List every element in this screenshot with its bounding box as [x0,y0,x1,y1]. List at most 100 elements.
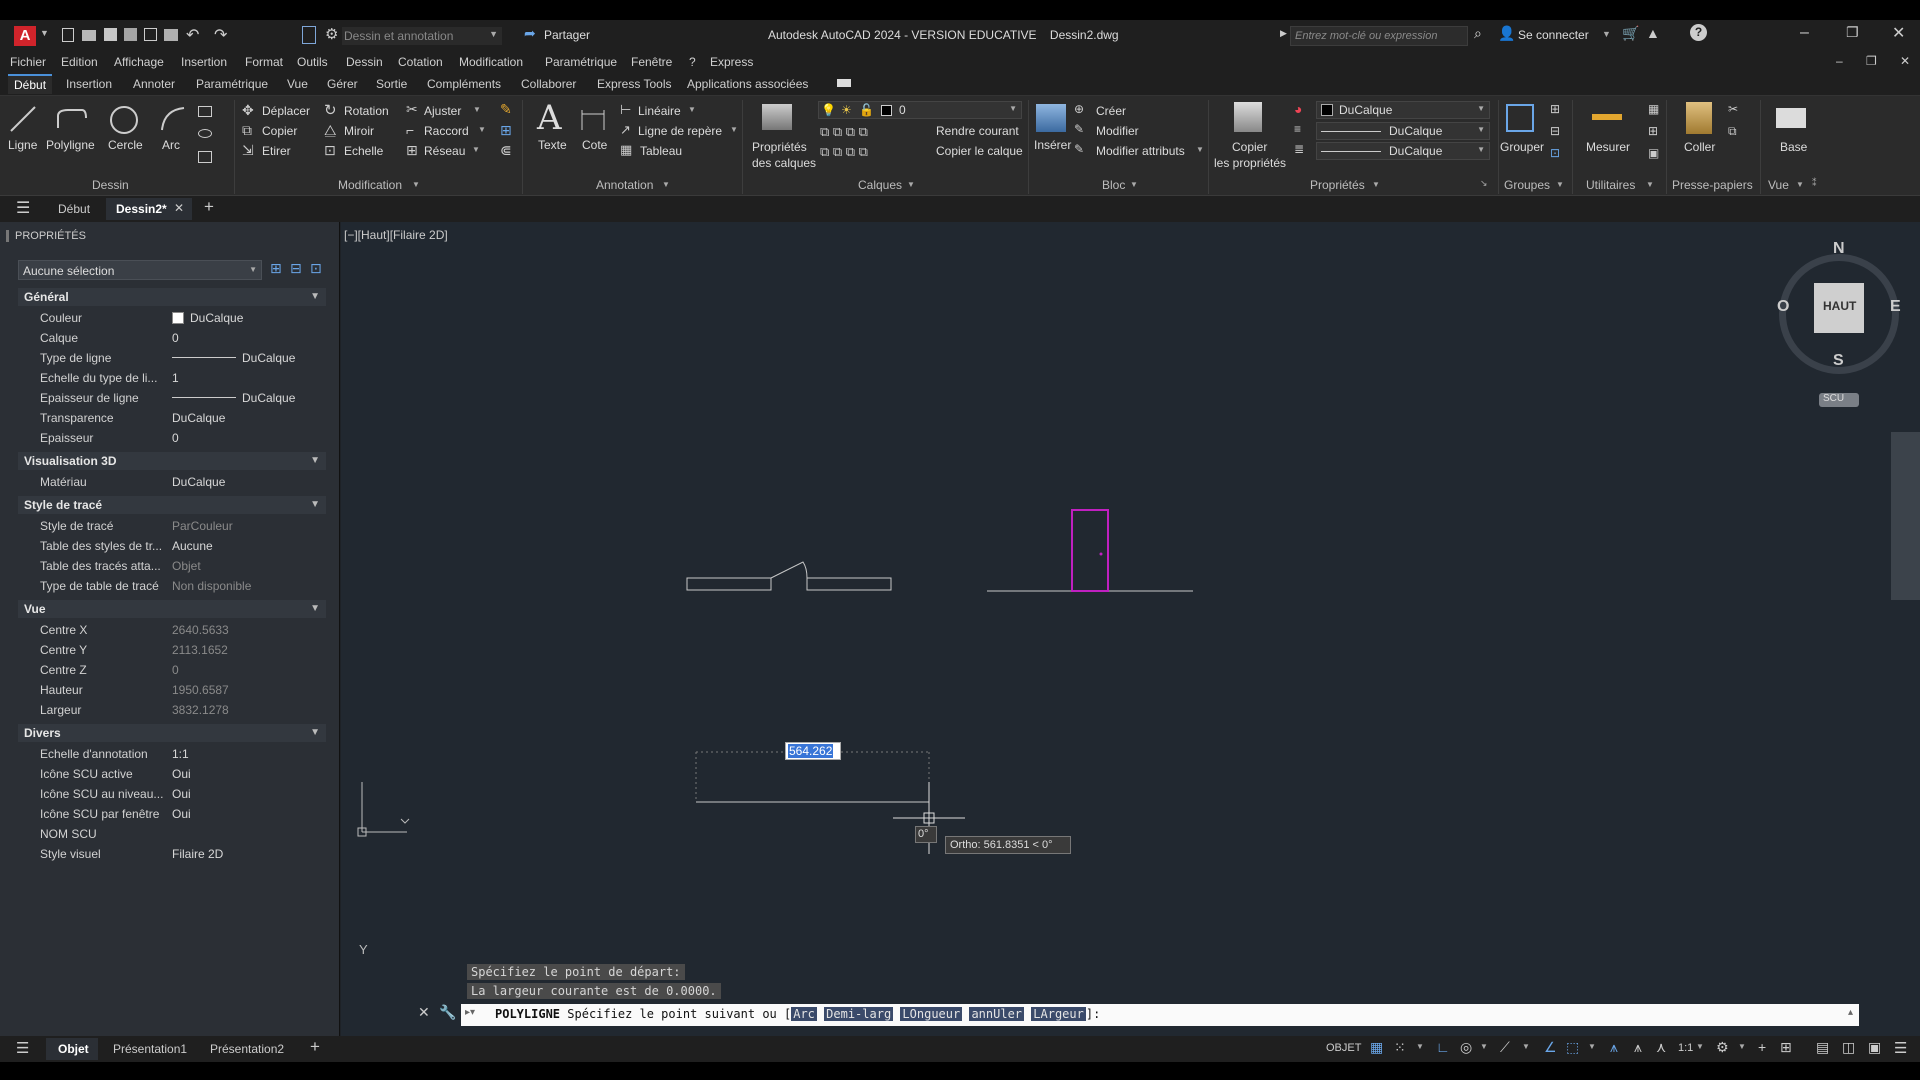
option-arc[interactable]: Arc [791,1007,817,1021]
tab-complements[interactable]: Compléments [427,77,501,91]
prop-row[interactable]: Epaisseur de ligne DuCalque [18,388,326,408]
save-icon[interactable] [104,28,117,41]
ribbon-texte[interactable]: Texte [538,138,567,152]
ribbon-proprietes-calques-2[interactable]: des calques [752,156,816,170]
tab-presentation1[interactable]: Présentation1 [113,1042,187,1056]
ribbon-base[interactable]: Base [1780,140,1807,154]
customize-icon[interactable]: 🔧 [439,1004,456,1021]
section-style[interactable]: Style de tracé ▼ [18,496,326,514]
prop-row[interactable]: Epaisseur 0 [18,428,326,448]
group-select-icon[interactable]: ⊡ [1550,146,1560,160]
hamburger-menu-icon[interactable]: ☰ [16,198,30,218]
gear-icon[interactable]: ⚙ [325,25,338,43]
tab-presentation2[interactable]: Présentation2 [210,1042,284,1056]
ribbon-inserer[interactable]: Insérer [1034,138,1071,152]
chevron-down-icon[interactable]: ▼ [1738,1042,1746,1051]
group-vue[interactable]: Vue [1768,178,1789,192]
expand-search-icon[interactable]: ▶ [1280,28,1287,39]
option-demi-larg[interactable]: Demi-larg [824,1007,894,1021]
grid-icon[interactable]: ▦ [1370,1039,1383,1056]
insert-block-icon[interactable] [1036,104,1066,132]
ungroup-icon[interactable]: ⊞ [1550,102,1560,116]
help-icon[interactable]: ? [1690,24,1707,41]
layer-select[interactable]: 💡 ☀ 🔓 0 ▼ [818,101,1022,119]
drawing-viewport[interactable]: [−][Haut][Filaire 2D] Y 564.262 0° Ortho… [341,222,1920,1046]
color-select[interactable]: DuCalque ▼ [1316,101,1490,119]
selection-select[interactable]: Aucune sélection ▼ [18,260,262,280]
chevron-down-icon[interactable]: ▼ [1522,1042,1530,1051]
ribbon-echelle[interactable]: Echelle [344,144,383,158]
annotation-visibility-icon[interactable]: ⩚ [1610,1039,1618,1056]
expand-history-icon[interactable]: ▴ [1848,1007,1853,1018]
chevron-down-icon[interactable]: ▼ [473,105,481,114]
tab-annoter[interactable]: Annoter [133,77,175,91]
ribbon-lineaire[interactable]: Linéaire [638,104,681,118]
prop-row[interactable]: Type de table de tracé Non disponible [18,576,326,596]
layer-properties-icon[interactable] [762,104,792,130]
user-icon[interactable]: 👤 [1498,25,1515,42]
signin-button[interactable]: Se connecter [1518,28,1589,42]
circle-icon[interactable] [108,104,140,136]
undo-icon[interactable]: ↶ [186,25,199,45]
menu-edition[interactable]: Edition [61,55,98,69]
dynamic-input-field[interactable]: 564.262 [785,742,841,760]
tab-parametrique[interactable]: Paramétrique [196,77,268,91]
menu-outils[interactable]: Outils [297,55,328,69]
base-view-icon[interactable] [1776,108,1806,128]
autodesk-app-icon[interactable]: ▲ [1646,25,1660,41]
prop-row[interactable]: Style de tracé ParCouleur [18,516,326,536]
ribbon-copier-proprietes-1[interactable]: Copier [1232,140,1267,154]
ribbon-tableau[interactable]: Tableau [640,144,682,158]
redo-icon[interactable]: ↷ [214,25,227,45]
search-icon[interactable]: ⌕ [1474,25,1482,42]
doc-close-icon[interactable]: ✕ [1900,54,1910,68]
paste-icon[interactable] [1686,102,1712,134]
ribbon-grouper[interactable]: Grouper [1500,140,1544,154]
menu-help[interactable]: ? [689,55,696,69]
line-icon[interactable] [8,104,38,134]
section-general[interactable]: Général ▼ [18,288,326,306]
chevron-down-icon[interactable]: ▼ [1416,1042,1424,1051]
option-annuler[interactable]: annUler [969,1007,1025,1021]
compass-north[interactable]: N [1833,240,1845,258]
tab-objet[interactable]: Objet [46,1038,98,1060]
menu-affichage[interactable]: Affichage [114,55,164,69]
chevron-down-icon[interactable]: ▼ [730,125,738,134]
close-icon[interactable]: ✕ [1892,23,1905,43]
ribbon-cote[interactable]: Cote [582,138,607,152]
group-objects-icon[interactable] [1506,104,1534,132]
group-annotation[interactable]: Annotation [596,178,653,192]
prop-row[interactable]: Matériau DuCalque [18,472,326,492]
ribbon-rendre-courant[interactable]: Rendre courant [936,124,1019,138]
drawing-canvas[interactable] [341,222,1920,1046]
workspace-switch-icon[interactable] [302,26,316,44]
autocad-logo-icon[interactable]: A [14,26,36,46]
tab-applications-associees[interactable]: Applications associées [687,77,808,91]
ucs-menu[interactable]: SCU [1819,393,1859,407]
ribbon-mesurer[interactable]: Mesurer [1586,140,1630,154]
polar-icon[interactable]: ◎ [1460,1039,1472,1056]
section-vis3d[interactable]: Visualisation 3D ▼ [18,452,326,470]
prop-row[interactable]: Largeur 3832.1278 [18,700,326,720]
prop-row[interactable]: Centre Y 2113.1652 [18,640,326,660]
share-button[interactable]: Partager [544,28,590,42]
offset-icon[interactable]: ⋐ [500,142,512,159]
tab-express-tools[interactable]: Express Tools [597,77,671,91]
object-snap-tracking-icon[interactable]: ∠ [1544,1039,1557,1056]
app-menu-chevron-icon[interactable]: ▼ [40,28,49,38]
menu-format[interactable]: Format [245,55,283,69]
group-edit-icon[interactable]: ⊟ [1550,124,1560,138]
compass-east[interactable]: E [1890,298,1901,316]
close-command-icon[interactable]: ✕ [418,1004,430,1021]
layer-tools-icon[interactable]: ⧉ ⧉ ⧉ ⧉ [820,124,868,140]
match-properties-icon[interactable] [1234,102,1262,132]
lineweight-select[interactable]: DuCalque ▼ [1316,142,1490,160]
ortho-icon[interactable]: ∟ [1436,1039,1450,1055]
recent-commands-icon[interactable]: ▸▾ [465,1007,475,1018]
plot-icon[interactable] [164,29,178,41]
toggle-pickadd-icon[interactable]: ⊞ [270,260,282,277]
quick-select-icon[interactable]: ⊡ [310,260,322,277]
prop-row[interactable]: Echelle du type de li... 1 [18,368,326,388]
arc-icon[interactable] [158,104,188,134]
prop-row[interactable]: Transparence DuCalque [18,408,326,428]
